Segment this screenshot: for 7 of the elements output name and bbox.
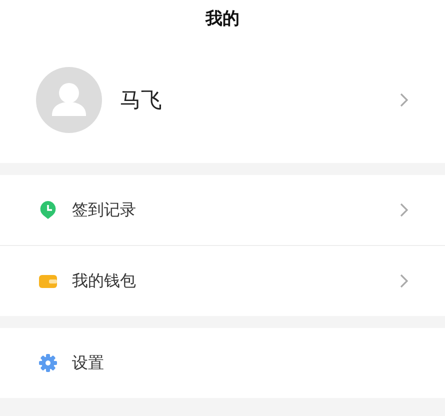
clock-pin-icon xyxy=(38,200,58,220)
settings-icon xyxy=(38,353,58,373)
user-name[interactable]: 马飞 xyxy=(120,86,381,114)
avatar-icon xyxy=(36,66,102,132)
menu-item-label[interactable]: 签到记录 xyxy=(72,200,385,220)
page-title: 我的 xyxy=(204,8,240,30)
menu-item-label[interactable]: 我的钱包 xyxy=(72,270,385,292)
